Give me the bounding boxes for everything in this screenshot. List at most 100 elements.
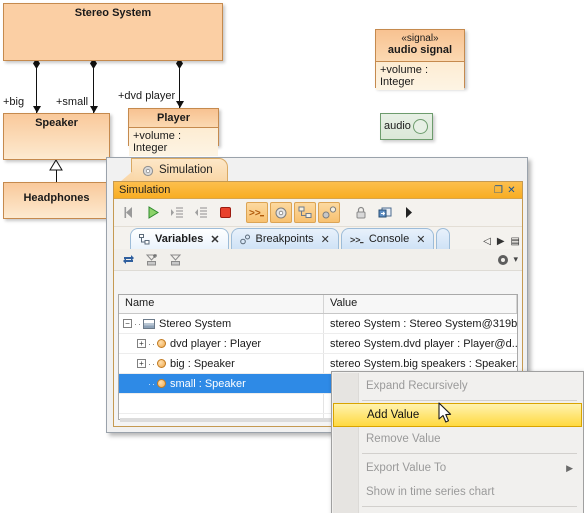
column-header-value[interactable]: Value xyxy=(324,295,517,313)
tab-variables[interactable]: Variables ✕ xyxy=(130,228,229,249)
uml-class-title: Headphones xyxy=(23,192,90,204)
step-back-icon xyxy=(124,207,132,218)
console-icon: >> xyxy=(249,208,264,219)
uml-class-player[interactable]: Player +volume : Integer xyxy=(128,108,219,156)
step-out-button[interactable] xyxy=(190,202,212,223)
variables-toolbar: ▾ xyxy=(114,249,522,271)
expand-all-button[interactable] xyxy=(142,251,162,269)
step-back-button[interactable] xyxy=(118,202,140,223)
uml-class-headphones[interactable]: Headphones xyxy=(3,182,110,219)
collapse-all-icon xyxy=(169,254,182,266)
menu-item-label: Add Value xyxy=(367,409,420,421)
table-header-row: Name Value xyxy=(119,295,517,314)
forward-button[interactable] xyxy=(398,202,420,223)
gear-icon[interactable] xyxy=(496,253,510,267)
tab-list-button[interactable]: ▤ xyxy=(511,236,520,247)
menu-item-select-in-containment-tree[interactable]: Select in Containment Tree Alt+B xyxy=(332,509,583,513)
tree-guide: ·· xyxy=(134,318,142,329)
uml-stereotype: «signal» xyxy=(401,33,439,44)
tab-next-button[interactable]: ▶ xyxy=(497,236,505,247)
refresh-icon xyxy=(122,255,134,264)
uml-port-label: audio xyxy=(384,120,411,132)
menu-item-remove-value[interactable]: Remove Value xyxy=(332,427,583,451)
object-icon xyxy=(157,339,166,348)
structure-tree-button[interactable] xyxy=(294,202,316,223)
variables-icon xyxy=(322,206,336,219)
close-button[interactable]: ✕ xyxy=(505,184,518,197)
tab-breakpoints[interactable]: Breakpoints ✕ xyxy=(230,228,339,249)
variables-tab-icon xyxy=(139,233,150,244)
menu-separator xyxy=(362,453,577,454)
gear-caret-icon[interactable]: ▾ xyxy=(513,254,518,265)
console-toggle-button[interactable]: >> xyxy=(246,202,268,223)
uml-attribute-volume: +volume : Integer xyxy=(129,127,218,156)
row-label: dvd player : Player xyxy=(170,337,262,350)
menu-item-label: Remove Value xyxy=(366,433,441,445)
expander-toggle[interactable]: + xyxy=(137,339,146,348)
uml-attribute-volume: +volume : Integer xyxy=(376,61,464,90)
tree-guide: ·· xyxy=(148,338,156,349)
outer-tab-strip: Simulation xyxy=(107,158,527,182)
menu-separator xyxy=(362,506,577,507)
tab-label: Simulation xyxy=(159,164,213,176)
refresh-button[interactable] xyxy=(118,251,138,269)
cell-name xyxy=(119,394,324,413)
svg-text:>>: >> xyxy=(350,235,361,245)
table-row[interactable]: + ·· dvd player : Player stereo System.d… xyxy=(119,334,517,354)
expander-toggle[interactable]: − xyxy=(123,319,132,328)
uml-class-title: Speaker xyxy=(35,117,78,129)
tab-partial-next[interactable] xyxy=(436,228,451,249)
uml-class-stereo-system[interactable]: Stereo System xyxy=(3,3,223,61)
terminate-button[interactable] xyxy=(214,202,236,223)
variables-button[interactable] xyxy=(318,202,340,223)
cell-value: stereo System : Stereo System@319b8c xyxy=(329,317,517,330)
breakpoints-tab-icon xyxy=(239,234,250,244)
tab-close-icon[interactable]: ✕ xyxy=(416,233,425,246)
connector-label-small: +small xyxy=(56,96,89,108)
simulation-toolbar: >> xyxy=(114,199,522,227)
uml-class-title: Player xyxy=(129,109,218,127)
menu-item-export-value-to[interactable]: Export Value To ▶ xyxy=(332,456,583,480)
tab-close-icon[interactable]: ✕ xyxy=(321,233,330,246)
step-into-icon xyxy=(171,207,183,218)
menu-separator xyxy=(362,400,577,401)
options-button[interactable] xyxy=(270,202,292,223)
connector-arrow-big xyxy=(33,106,41,113)
uml-class-title: Stereo System xyxy=(74,7,152,19)
tab-label: Console xyxy=(368,233,410,245)
expand-all-icon xyxy=(145,254,158,266)
cell-name: + ·· dvd player : Player xyxy=(119,334,324,353)
uml-class-speaker[interactable]: Speaker xyxy=(3,113,110,160)
expander-toggle[interactable]: + xyxy=(137,359,146,368)
svg-text:>>: >> xyxy=(249,208,261,219)
collapse-all-button[interactable] xyxy=(166,251,186,269)
menu-item-expand-recursively[interactable]: Expand Recursively xyxy=(332,374,583,398)
tab-console[interactable]: >> Console ✕ xyxy=(340,228,435,249)
tree-guide: ·· xyxy=(148,358,156,369)
run-button[interactable] xyxy=(142,202,164,223)
row-label: small : Speaker xyxy=(170,377,246,390)
table-row[interactable]: − ·· Stereo System stereo System : Stere… xyxy=(119,314,517,334)
step-into-button[interactable] xyxy=(166,202,188,223)
tab-simulation-outer[interactable]: Simulation xyxy=(131,158,228,182)
play-icon xyxy=(148,206,159,219)
menu-item-add-value[interactable]: Add Value xyxy=(333,403,582,427)
menu-item-label: Show in time series chart xyxy=(366,486,495,498)
step-out-icon xyxy=(195,207,207,218)
export-button[interactable] xyxy=(374,202,396,223)
restore-button[interactable]: ❐ xyxy=(492,184,505,197)
structure-tree-icon xyxy=(298,206,312,218)
uml-signal-audio-signal[interactable]: «signal» audio signal +volume : Integer xyxy=(375,29,465,90)
tab-prev-button[interactable]: ◁ xyxy=(483,236,491,247)
gear-icon xyxy=(142,165,154,176)
tab-close-icon[interactable]: ✕ xyxy=(210,233,219,246)
screen: +big +small +dvd player Stereo System Sp… xyxy=(0,0,584,513)
lock-button[interactable] xyxy=(350,202,372,223)
cell-name: + ·· big : Speaker xyxy=(119,354,324,373)
cell-value: stereo System.big speakers : Speaker... xyxy=(329,357,517,370)
uml-port-audio[interactable]: audio xyxy=(380,113,433,140)
variables-toolbar-right: ▾ xyxy=(496,253,518,267)
column-header-name[interactable]: Name xyxy=(119,295,324,313)
tab-label: Breakpoints xyxy=(255,233,314,245)
menu-item-show-in-time-series-chart[interactable]: Show in time series chart xyxy=(332,480,583,504)
